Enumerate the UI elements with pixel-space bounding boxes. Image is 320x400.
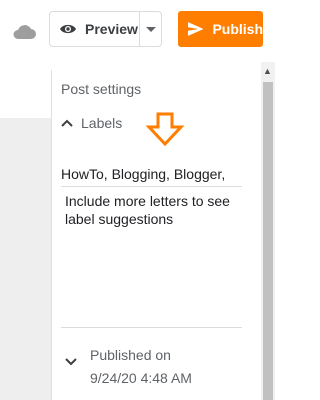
cloud-icon xyxy=(13,25,36,39)
chevron-up-icon xyxy=(61,119,73,127)
post-settings-title: Post settings xyxy=(61,81,142,97)
section-divider xyxy=(61,327,242,328)
published-date[interactable]: 9/24/20 4:48 AM xyxy=(90,370,192,386)
editor-pane xyxy=(0,118,51,400)
published-on-label[interactable]: Published on xyxy=(90,347,171,363)
labels-section-title: Labels xyxy=(81,115,123,131)
preview-button[interactable]: Preview xyxy=(50,12,139,46)
labels-input-underline xyxy=(61,186,242,187)
publish-button[interactable]: Publish xyxy=(178,11,263,47)
send-icon xyxy=(188,22,204,36)
down-arrow-icon xyxy=(145,112,185,146)
label-suggestions-hint: Include more letters to see label sugges… xyxy=(65,193,230,227)
sidebar-border xyxy=(51,70,52,400)
labels-section-toggle[interactable]: Labels xyxy=(61,115,122,131)
preview-dropdown-button[interactable] xyxy=(140,12,162,46)
chevron-down-icon[interactable] xyxy=(65,358,77,366)
labels-input[interactable]: HowTo, Blogging, Blogger, xyxy=(61,166,242,182)
eye-icon xyxy=(60,24,76,34)
preview-label: Preview xyxy=(85,21,138,37)
scrollbar-thumb[interactable] xyxy=(263,82,273,400)
caret-down-icon xyxy=(146,27,156,32)
publish-label: Publish xyxy=(212,21,263,37)
preview-button-group: Preview xyxy=(49,11,162,47)
scroll-up-arrow-icon[interactable]: ▲ xyxy=(263,66,272,76)
